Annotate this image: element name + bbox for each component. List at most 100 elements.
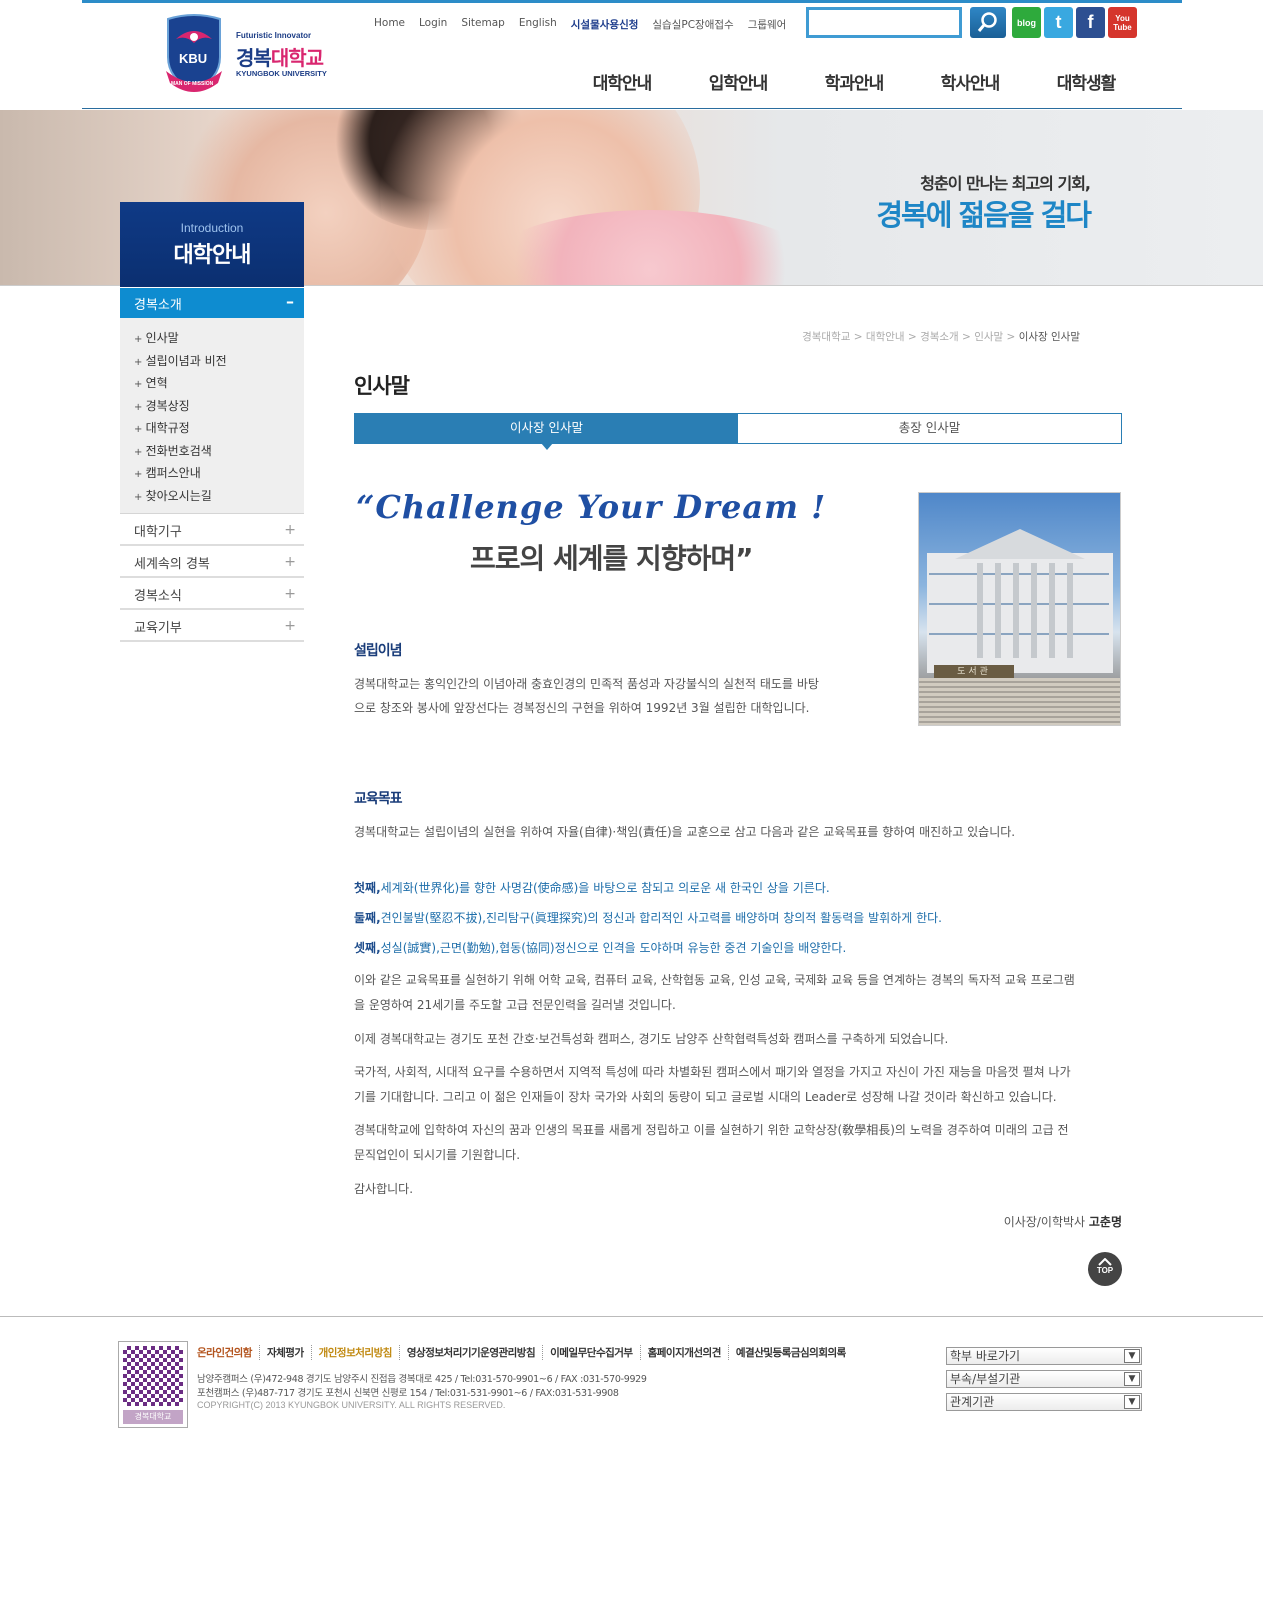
logo-wordmark: 경복대학교 (236, 42, 324, 71)
lnb-sub-campus[interactable]: 캠퍼스안내 (134, 462, 304, 485)
body-paragraph-3a: 이와 같은 교육목표를 실현하기 위해 어학 교육, 컴퓨터 교육, 산학협동 … (354, 973, 1075, 987)
breadcrumb-current: 이사장 인사말 (1018, 331, 1080, 343)
photo-building (927, 553, 1113, 673)
expand-icon[interactable]: + (284, 522, 296, 538)
greeting-tabs: 이사장 인사말 총장 인사말 (354, 413, 1122, 450)
slogan-english: “Challenge Your Dream ! (356, 488, 827, 526)
site-logo[interactable]: KBU MAN OF MISSION Futuristic Innovator … (162, 11, 342, 99)
breadcrumb-separator: > (1006, 331, 1016, 343)
scroll-top-button[interactable]: TOP (1088, 1252, 1122, 1286)
util-link-home[interactable]: Home (374, 17, 405, 32)
select-affiliated-institutions[interactable]: 부속/부설기관 ▼ (946, 1370, 1142, 1388)
select-value: 학부 바로가기 (950, 1349, 1021, 1363)
util-link-sitemap[interactable]: Sitemap (461, 17, 505, 32)
search-input[interactable] (806, 7, 962, 38)
lnb-sub-regulations[interactable]: 대학규정 (134, 417, 304, 440)
util-link-facility[interactable]: 시설물사용신청 (571, 17, 639, 32)
site-footer: 경복대학교 온라인건의함 자체평가 개인정보처리방침 영상정보처리기기운영관리방… (0, 1316, 1263, 1428)
select-related-institutions[interactable]: 관계기관 ▼ (946, 1393, 1142, 1411)
select-value: 부속/부설기관 (950, 1372, 1021, 1386)
breadcrumb-greeting[interactable]: 인사말 (974, 331, 1003, 343)
footer-link-suggestion[interactable]: 온라인건의함 (197, 1345, 260, 1360)
lnb-item-global[interactable]: 세계속의 경복 + (120, 546, 304, 578)
breadcrumb-intro[interactable]: 경복소개 (920, 331, 959, 343)
lnb-item-donation[interactable]: 교육기부 + (120, 610, 304, 642)
lnb-item-label: 교육기부 (134, 621, 182, 636)
scroll-top-label: TOP (1096, 1266, 1114, 1275)
chevron-down-icon[interactable]: ▼ (1124, 1349, 1140, 1363)
emblem-ribbon-text: MAN OF MISSION (171, 81, 214, 87)
lnb-sub-directions[interactable]: 찾아오시는길 (134, 485, 304, 508)
lnb-item-intro[interactable]: 경복소개 – (120, 288, 304, 318)
lnb-item-label: 경복소개 (134, 298, 182, 313)
chevron-up-icon (1098, 1258, 1112, 1266)
body-paragraph-4: 이제 경복대학교는 경기도 포천 간호·보건특성화 캠퍼스, 경기도 남양주 산… (354, 1032, 949, 1046)
lnb-submenu: 인사말 설립이념과 비전 연혁 경복상징 대학규정 전화번호검색 캠퍼스안내 찾… (120, 318, 304, 514)
util-link-pc-report[interactable]: 실습실PC장애접수 (652, 17, 733, 32)
signature-role: 이사장/이학박사 (1003, 1215, 1089, 1229)
lnb-sub-greeting[interactable]: 인사말 (134, 327, 304, 350)
logo-wordmark-a: 경복 (236, 46, 272, 70)
lnb-item-label: 대학기구 (134, 525, 182, 540)
section-goals-title: 교육목표 (354, 791, 403, 807)
logo-wordmark-b: 대학교 (270, 46, 324, 70)
closing-thanks: 감사합니다. (354, 1182, 414, 1196)
collapse-icon[interactable]: – (286, 292, 294, 311)
section-title-ko: 대학안내 (173, 243, 252, 268)
tab-chairman-greeting[interactable]: 이사장 인사말 (355, 414, 738, 450)
blog-icon[interactable]: blog (1012, 7, 1041, 38)
footer-link-privacy[interactable]: 개인정보처리방침 (312, 1345, 400, 1360)
body-paragraph-6b: 문직업인이 되시기를 기원합니다. (354, 1148, 521, 1162)
select-department-shortcut[interactable]: 학부 바로가기 ▼ (946, 1347, 1142, 1365)
lnb-sub-vision[interactable]: 설립이념과 비전 (134, 350, 304, 373)
emblem-text: KBU (179, 51, 208, 66)
footer-link-feedback[interactable]: 홈페이지개선의견 (641, 1345, 729, 1360)
expand-icon[interactable]: + (284, 586, 296, 602)
banner-copy-line2: 경복에 젊음을 걸다 (876, 198, 1092, 232)
gnb-item-about[interactable]: 대학안내 (564, 69, 680, 94)
expand-icon[interactable]: + (284, 618, 296, 634)
youtube-icon[interactable]: You Tube (1108, 7, 1137, 38)
lnb-item-news[interactable]: 경복소식 + (120, 578, 304, 610)
gnb-item-departments[interactable]: 학과안내 (796, 69, 912, 94)
breadcrumb-about[interactable]: 대학안내 (866, 331, 905, 343)
search-button[interactable] (970, 7, 1006, 38)
gnb-item-admission[interactable]: 입학안내 (680, 69, 796, 94)
photo-window-band (929, 603, 1109, 605)
lnb-item-label: 세계속의 경복 (134, 557, 210, 572)
breadcrumb-home[interactable]: 경복대학교 (802, 331, 850, 343)
footer-copyright: COPYRIGHT(C) 2013 KYUNGBOK UNIVERSITY. A… (197, 1400, 506, 1410)
lnb-sub-history[interactable]: 연혁 (134, 372, 304, 395)
breadcrumb: 경복대학교 > 대학안내 > 경복소개 > 인사말 > 이사장 인사말 (700, 329, 1080, 344)
gnb-item-campus-life[interactable]: 대학생활 (1028, 69, 1144, 94)
goal-text: 세계화(世界化)를 향한 사명감(使命感)을 바탕으로 참되고 의로운 새 한국… (380, 881, 830, 895)
gnb-item-academics[interactable]: 학사안내 (912, 69, 1028, 94)
lnb-item-organization[interactable]: 대학기구 + (120, 514, 304, 546)
goal-number: 둘째, (354, 911, 381, 925)
breadcrumb-separator: > (962, 331, 971, 343)
photo-window-band (929, 573, 1109, 575)
lnb-sub-symbol[interactable]: 경복상징 (134, 395, 304, 418)
footer-link-budget-minutes[interactable]: 예결산및등록금심의회의록 (729, 1345, 853, 1360)
signature-name: 고춘명 (1088, 1215, 1122, 1229)
chevron-down-icon[interactable]: ▼ (1124, 1395, 1140, 1409)
photo-building-roof (955, 529, 1085, 559)
footer-link-self-evaluation[interactable]: 자체평가 (260, 1345, 312, 1360)
chevron-down-icon[interactable]: ▼ (1124, 1372, 1140, 1386)
body-paragraph-3b: 을 운영하여 21세기를 주도할 고급 전문인력을 길러낼 것입니다. (354, 998, 676, 1012)
tab-president-greeting[interactable]: 총장 인사말 (738, 414, 1121, 443)
qr-code-pattern (123, 1346, 183, 1406)
util-link-english[interactable]: English (519, 17, 557, 32)
footer-link-email-refusal[interactable]: 이메일무단수집거부 (543, 1345, 641, 1360)
founding-text-line2: 으로 창조와 봉사에 앞장선다는 경복정신의 구현을 위하여 1992년 3월 … (354, 701, 810, 715)
facebook-icon[interactable]: f (1076, 7, 1105, 38)
util-link-login[interactable]: Login (419, 17, 447, 32)
expand-icon[interactable]: + (284, 554, 296, 570)
logo-english-name: KYUNGBOK UNIVERSITY (236, 69, 327, 78)
utility-links: Home Login Sitemap English 시설물사용신청 실습실PC… (374, 17, 800, 32)
footer-link-cctv-policy[interactable]: 영상정보처리기기운영관리방침 (400, 1345, 544, 1360)
util-link-groupware[interactable]: 그룹웨어 (748, 17, 787, 32)
logo-tagline: Futuristic Innovator (236, 31, 312, 40)
twitter-icon[interactable]: t (1044, 7, 1073, 38)
lnb-sub-phone[interactable]: 전화번호검색 (134, 440, 304, 463)
